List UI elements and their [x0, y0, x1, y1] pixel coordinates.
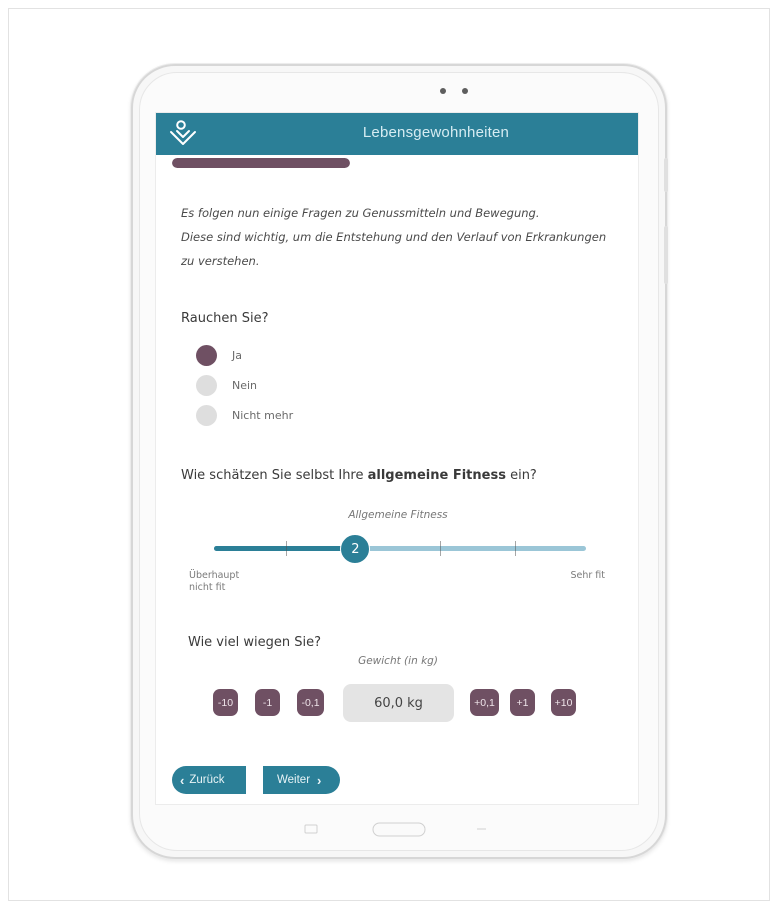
weight-question: Wie viel wiegen Sie? — [188, 635, 321, 650]
next-button[interactable]: Weiter › — [263, 766, 340, 794]
radio-label: Ja — [232, 348, 242, 362]
intro-line-1: Es folgen nun einige Fragen zu Genussmit… — [181, 206, 540, 220]
fitness-question-suffix: ein? — [505, 468, 537, 483]
weight-field-label: Gewicht (in kg) — [358, 655, 438, 667]
radio-dot[interactable] — [196, 404, 217, 426]
fitness-question-bold: allgemeine Fitness — [367, 468, 506, 483]
slider-tick — [440, 541, 441, 556]
fitness-question-prefix: Wie schätzen Sie selbst Ihre — [181, 468, 368, 483]
slider-min-label: Überhaupt nicht fit — [189, 570, 240, 593]
radio-option-ja[interactable]: Ja — [196, 344, 242, 366]
plus-10-button[interactable]: +10 — [551, 689, 576, 716]
tablet-screen: Lebensgewohnheiten Es folgen nun einige … — [155, 112, 639, 805]
home-button-icon[interactable] — [372, 822, 426, 837]
radio-option-nein[interactable]: Nein — [196, 374, 257, 396]
radio-label: Nicht mehr — [232, 408, 294, 422]
back-button[interactable]: ‹ Zurück — [172, 766, 246, 794]
camera-icon — [462, 88, 468, 94]
app-header: Lebensgewohnheiten — [156, 113, 638, 155]
radio-dot-selected[interactable] — [196, 344, 217, 366]
chevron-right-icon: › — [317, 772, 322, 788]
volume-button — [664, 158, 668, 192]
radio-label: Nein — [232, 378, 258, 392]
minus-1-button[interactable]: -1 — [255, 689, 280, 716]
radio-option-nicht-mehr[interactable]: Nicht mehr — [196, 404, 293, 426]
weight-value[interactable]: 60,0 kg — [343, 684, 454, 722]
sensor-icon — [440, 88, 446, 94]
fitness-slider-thumb[interactable]: 2 — [340, 534, 371, 564]
slider-tick — [286, 541, 287, 556]
plus-1-button[interactable]: +1 — [510, 689, 535, 716]
back-button-label: Zurück — [189, 774, 225, 786]
fitness-slider-fill — [214, 546, 356, 551]
slider-tick — [515, 541, 516, 556]
progress-fill — [172, 158, 350, 168]
intro-line-2: Diese sind wichtig, um die Entstehung un… — [181, 230, 607, 268]
intro-text: Es folgen nun einige Fragen zu Genussmit… — [181, 201, 621, 273]
chevron-left-icon: ‹ — [180, 772, 185, 788]
power-button — [664, 226, 668, 284]
smoking-question: Rauchen Sie? — [181, 311, 269, 326]
plus-0-1-button[interactable]: +0,1 — [470, 689, 499, 716]
progress-bar — [172, 158, 350, 168]
minus-10-button[interactable]: -10 — [213, 689, 238, 716]
radio-dot[interactable] — [196, 374, 217, 396]
fitness-question: Wie schätzen Sie selbst Ihre allgemeine … — [181, 468, 537, 483]
fitness-slider-track[interactable] — [214, 541, 586, 556]
recent-apps-icon[interactable] — [304, 824, 318, 834]
page-title: Lebensgewohnheiten — [362, 124, 510, 141]
next-button-label: Weiter — [277, 774, 311, 786]
minus-0-1-button[interactable]: -0,1 — [297, 689, 324, 716]
back-icon[interactable] — [474, 824, 488, 834]
slider-title: Allgemeine Fitness — [348, 509, 448, 521]
slider-max-label: Sehr fit — [570, 570, 605, 581]
